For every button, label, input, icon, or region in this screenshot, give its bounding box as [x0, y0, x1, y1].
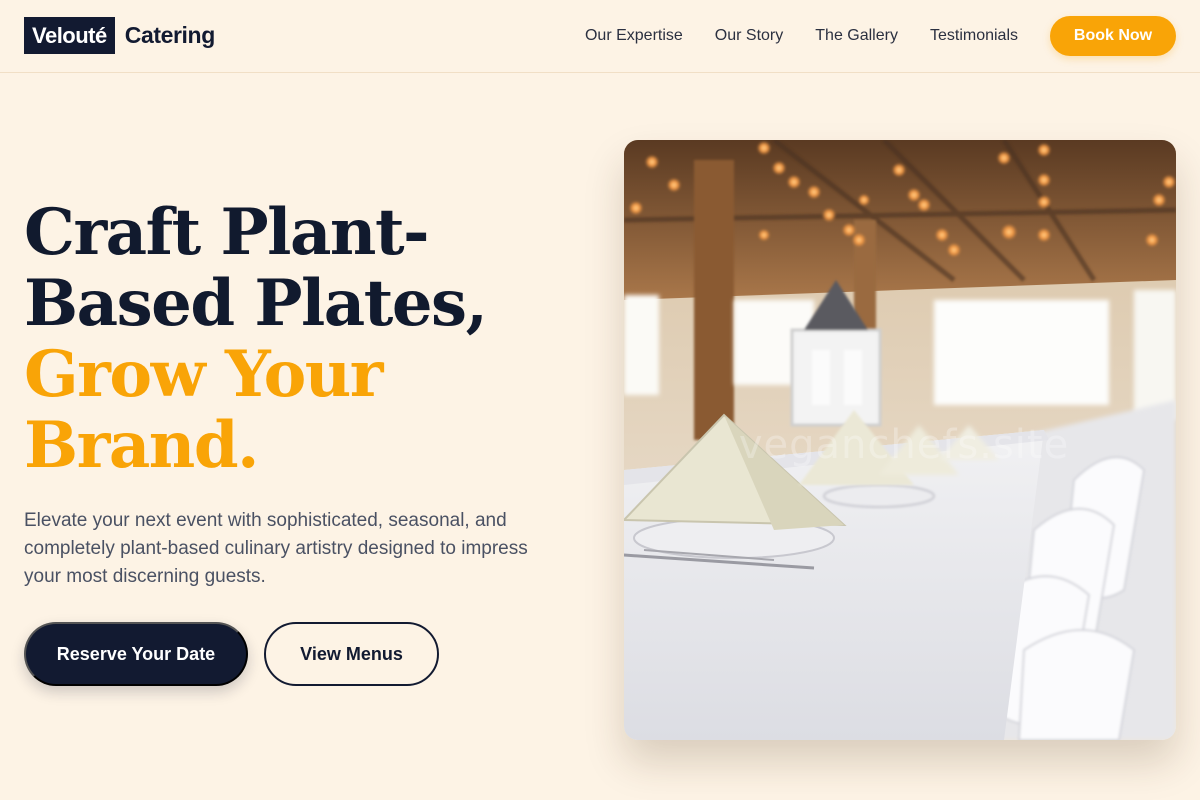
nav-link-testimonials[interactable]: Testimonials — [930, 27, 1018, 45]
reserve-your-date-button[interactable]: Reserve Your Date — [24, 622, 248, 686]
brand-logo[interactable]: Velouté Catering — [24, 17, 215, 54]
headline-line-1: Craft Plant- — [24, 195, 430, 270]
headline-line-2: Based Plates, — [24, 266, 488, 341]
main-nav: Our Expertise Our Story The Gallery Test… — [585, 0, 1176, 72]
headline-accent-line-1: Grow Your — [24, 337, 384, 412]
nav-link-our-expertise[interactable]: Our Expertise — [585, 27, 683, 45]
book-now-button[interactable]: Book Now — [1050, 16, 1176, 56]
hero-banquet-image: veganchefs.site — [624, 140, 1176, 740]
headline-accent-line-2: Brand. — [24, 408, 259, 483]
hero-headline: Craft Plant- Based Plates, Grow Your Bra… — [24, 197, 584, 481]
nav-link-our-story[interactable]: Our Story — [715, 27, 783, 45]
site-header: Velouté Catering Our Expertise Our Story… — [0, 0, 1200, 73]
image-watermark: veganchefs.site — [738, 422, 1070, 468]
view-menus-button[interactable]: View Menus — [264, 622, 439, 686]
nav-link-the-gallery[interactable]: The Gallery — [815, 27, 898, 45]
logo-mark: Velouté — [24, 17, 115, 54]
hero-subtext: Elevate your next event with sophisticat… — [24, 510, 528, 587]
logo-wordmark: Catering — [124, 22, 215, 48]
